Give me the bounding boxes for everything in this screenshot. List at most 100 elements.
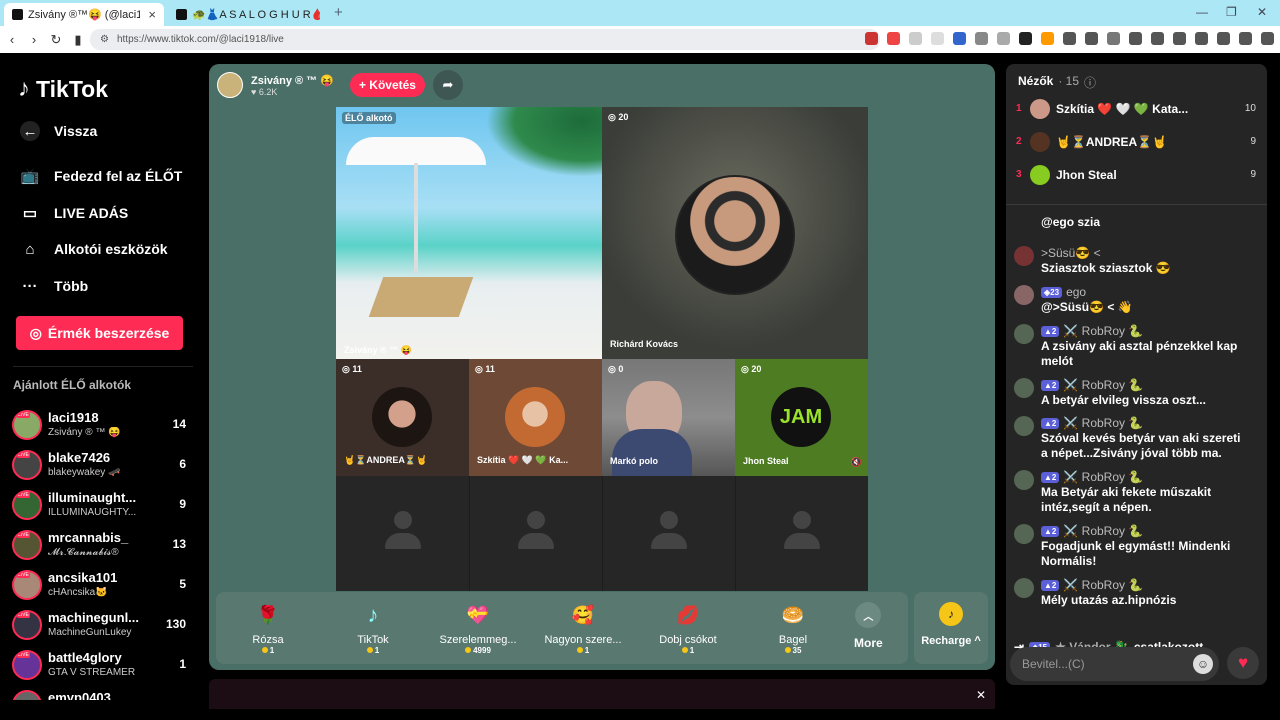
shield-icon[interactable] — [1239, 32, 1252, 45]
sidebar-icon[interactable] — [1173, 32, 1186, 45]
recharge-button[interactable]: ♪ Recharge ^ — [914, 592, 988, 664]
get-coins-button[interactable]: ◎ Érmék beszerzése — [16, 316, 183, 350]
creator-item[interactable]: emyp0403 — [12, 686, 190, 700]
message-user[interactable]: ⚔️ RobRoy 🐍 — [1063, 378, 1143, 392]
tiktok-logo[interactable]: ♪ TikTok — [18, 75, 108, 103]
avatar[interactable] — [1014, 524, 1034, 544]
music-icon[interactable] — [1151, 32, 1164, 45]
bookmark-icon[interactable]: ▮ — [68, 32, 88, 48]
sidebar-item-explore-live[interactable]: 📺 Fedezd fel az ÉLŐT — [20, 166, 183, 186]
message-user[interactable]: ⚔️ RobRoy 🐍 — [1063, 416, 1143, 430]
extension-icon[interactable] — [1041, 32, 1054, 45]
back-button[interactable]: ← Vissza — [20, 121, 97, 141]
avatar[interactable] — [1014, 285, 1034, 305]
creator-item[interactable]: LIVE machinegunl... MachineGunLukey 130 — [12, 606, 190, 642]
extension-icon[interactable] — [997, 32, 1010, 45]
gift-bagel[interactable]: 🥯 Bagel 35 — [745, 598, 841, 656]
host-video[interactable]: ÉLŐ alkotó Zsivány ® ™ 😝 — [336, 107, 602, 359]
creator-item[interactable]: LIVE laci1918 Zsivány ® ™ 😝 14 — [12, 406, 190, 442]
avatar[interactable] — [1014, 378, 1034, 398]
top-viewer-row[interactable]: 3 Jhon Steal 9 — [1016, 163, 1256, 189]
share-icon[interactable]: ➦ — [432, 70, 463, 100]
host-avatar[interactable] — [217, 72, 243, 98]
extension-icon[interactable] — [909, 32, 922, 45]
minimize-icon[interactable]: — — [1196, 5, 1208, 19]
forward-arrow-icon[interactable]: › — [24, 32, 44, 47]
creator-name: ancsika101 — [48, 570, 118, 585]
download-icon[interactable] — [1129, 32, 1142, 45]
message-user[interactable]: ⚔️ RobRoy 🐍 — [1063, 324, 1143, 338]
guest-video-richard[interactable]: ◎ 20 Richárd Kovács — [602, 107, 868, 359]
extension-icon[interactable] — [1107, 32, 1120, 45]
gift-tiktok[interactable]: ♪ TikTok 1 — [325, 598, 421, 655]
guest-video-szkitia[interactable]: ◎ 11 Szkítia ❤️ 🤍 💚 Ka... — [469, 359, 602, 476]
extensions-icon[interactable] — [1217, 32, 1230, 45]
extension-icon[interactable] — [865, 32, 878, 45]
gift-heart-face[interactable]: 🥰 Nagyon szere... 1 — [535, 598, 631, 656]
reload-icon[interactable]: ↻ — [46, 32, 66, 48]
restore-icon[interactable]: ❐ — [1226, 5, 1237, 19]
gift-love[interactable]: 💝 Szerelemmeg... 4999 — [430, 598, 526, 656]
avatar[interactable] — [1014, 416, 1034, 436]
empty-guest-slot[interactable] — [602, 476, 735, 591]
top-viewer-row[interactable]: 1 Szkítia ❤️ 🤍 💚 Kata... 10 — [1016, 97, 1256, 123]
back-arrow-icon[interactable]: ‹ — [2, 32, 22, 47]
gift-kiss[interactable]: 💋 Dobj csókot 1 — [640, 598, 736, 656]
extension-icon[interactable] — [887, 32, 900, 45]
extension-icon[interactable] — [1063, 32, 1076, 45]
viewers-header[interactable]: Nézők · 15 ⓘ — [1018, 74, 1096, 91]
avatar[interactable] — [1014, 470, 1034, 490]
avatar[interactable] — [1014, 324, 1034, 344]
creator-item[interactable]: LIVE mrcannabis_ 𝓜𝓻.𝓒𝓪𝓷𝓷𝓪𝓫𝓲𝓼® 13 — [12, 526, 190, 562]
new-tab-icon[interactable]: + — [334, 4, 343, 21]
close-banner-icon[interactable]: ✕ — [976, 688, 986, 702]
message-user[interactable]: ⚔️ RobRoy 🐍 — [1063, 578, 1143, 592]
browser-tab[interactable]: 🐢👗A S A L O G H U R🩸(@gabor... — [168, 3, 328, 26]
guest-video-andrea[interactable]: ◎ 11 🤘⏳ANDREA⏳🤘 — [336, 359, 469, 476]
like-heart-button[interactable]: ♥ — [1227, 647, 1259, 679]
sidebar-item-more[interactable]: ··· Több — [20, 276, 89, 296]
creator-badge: ÉLŐ alkotó — [342, 112, 396, 124]
empty-guest-slot[interactable] — [336, 476, 469, 591]
wallet-icon[interactable] — [1195, 32, 1208, 45]
host-info[interactable]: Zsivány ® ™ 😝 ♥ 6.2K — [251, 74, 334, 97]
avatar[interactable] — [1014, 578, 1034, 598]
empty-guest-slot[interactable] — [735, 476, 868, 591]
creator-item[interactable]: LIVE ancsika101 сHAncsika🐱 5 — [12, 566, 190, 602]
close-window-icon[interactable]: ✕ — [1257, 5, 1267, 19]
message-user[interactable]: ego — [1066, 285, 1086, 299]
sidebar-item-go-live[interactable]: ▭ LIVE ADÁS — [20, 203, 128, 223]
message-user[interactable]: >Süsü😎 < — [1041, 246, 1101, 260]
follow-button[interactable]: + Követés — [349, 73, 425, 97]
avatar[interactable] — [1014, 246, 1034, 266]
sidebar-item-creator-tools[interactable]: ⌂ Alkotói eszközök — [20, 239, 167, 259]
url-field[interactable]: ⚙ https://www.tiktok.com/@laci1918/live — [90, 29, 880, 50]
guest-video-jhon[interactable]: JAM ◎ 20 Jhon Steal 🔇 — [735, 359, 868, 476]
gift-name: Bagel — [778, 634, 808, 646]
extension-icon[interactable] — [1085, 32, 1098, 45]
emoji-icon[interactable]: ☺ — [1193, 654, 1213, 674]
site-settings-icon[interactable]: ⚙ — [100, 34, 109, 45]
close-tab-icon[interactable]: × — [148, 7, 156, 22]
message-user[interactable]: ⚔️ RobRoy 🐍 — [1063, 470, 1143, 484]
extension-icon[interactable] — [931, 32, 944, 45]
extension-icon[interactable] — [953, 32, 966, 45]
guest-video-marko[interactable]: ◎ 0 Markó polo — [602, 359, 735, 476]
more-gifts-button[interactable]: ︿ More — [854, 602, 883, 650]
menu-icon[interactable] — [1261, 32, 1274, 45]
empty-guest-slot[interactable] — [469, 476, 602, 591]
help-icon[interactable]: ⓘ — [1084, 74, 1096, 91]
creator-item[interactable]: LIVE battle4glory GTA V STREAMER 1 — [12, 646, 190, 682]
creator-item[interactable]: LIVE illuminaught... ILLUMINAUGHTY... 9 — [12, 486, 190, 522]
rose-icon: 🌹 — [256, 604, 280, 625]
gift-price: 1 — [220, 646, 316, 655]
message-user[interactable]: ⚔️ RobRoy 🐍 — [1063, 524, 1143, 538]
gift-rose[interactable]: 🌹 Rózsa 1 — [220, 598, 316, 656]
extension-icon[interactable] — [1019, 32, 1032, 45]
extension-icon[interactable] — [975, 32, 988, 45]
browser-tab-active[interactable]: Zsivány ®™😝 (@laci1918) É... × — [4, 3, 164, 26]
chat-input[interactable]: Bevitel...(C) — [1010, 647, 1219, 681]
creator-nickname: сHAncsika🐱 — [48, 587, 108, 598]
top-viewer-row[interactable]: 2 🤘⏳ANDREA⏳🤘 9 — [1016, 130, 1256, 156]
creator-item[interactable]: LIVE blake7426 blakeywakey 🛹 6 — [12, 446, 190, 482]
